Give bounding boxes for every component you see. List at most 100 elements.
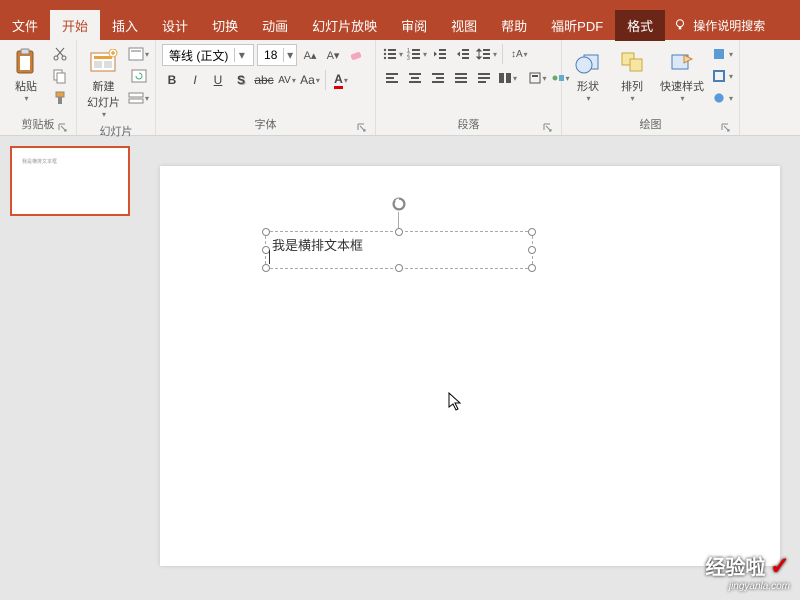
align-right-icon	[430, 71, 446, 85]
rotate-handle[interactable]	[391, 196, 407, 217]
scissors-icon	[52, 46, 68, 62]
tab-insert[interactable]: 插入	[100, 10, 150, 41]
tab-foxit[interactable]: 福昕PDF	[539, 10, 615, 41]
align-text-button[interactable]: ▾	[527, 68, 547, 88]
resize-handle-nw[interactable]	[262, 228, 270, 236]
effects-icon	[712, 91, 728, 105]
justify-icon	[453, 71, 469, 85]
change-case-button[interactable]: Aa▾	[300, 70, 320, 90]
check-icon: ✓	[770, 553, 790, 580]
shapes-label: 形状	[577, 78, 599, 94]
fill-icon	[712, 47, 728, 61]
underline-button[interactable]: U	[208, 70, 228, 90]
tab-slideshow[interactable]: 幻灯片放映	[300, 10, 389, 41]
decrease-indent-button[interactable]	[430, 44, 450, 64]
reset-button[interactable]	[128, 66, 149, 86]
layout-icon	[128, 47, 144, 61]
indent-icon	[455, 47, 471, 61]
text-caret	[269, 250, 270, 264]
eraser-icon	[348, 47, 364, 63]
align-right-button[interactable]	[428, 68, 448, 88]
resize-handle-n[interactable]	[395, 228, 403, 236]
group-font: 等线 (正文)▾ 18▾ A▴ A▾ B I U S abc AV▾ Aa▾ A…	[156, 40, 376, 135]
shape-outline-button[interactable]: ▾	[712, 66, 733, 86]
tab-transition[interactable]: 切换	[200, 10, 250, 41]
line-spacing-button[interactable]: ▾	[476, 44, 497, 64]
align-left-button[interactable]	[382, 68, 402, 88]
tab-home[interactable]: 开始	[50, 10, 100, 41]
text-direction-button[interactable]: ↕A▾	[508, 44, 528, 64]
numbering-icon: 123	[406, 47, 422, 61]
new-slide-button[interactable]: 新建 幻灯片 ▾	[83, 44, 124, 121]
italic-button[interactable]: I	[185, 70, 205, 90]
tab-design[interactable]: 设计	[150, 10, 200, 41]
text-direction-icon: ↕A	[509, 47, 523, 61]
font-group-label: 字体	[255, 119, 277, 131]
arrange-button[interactable]: 排列▾	[612, 44, 652, 108]
font-color-button[interactable]: A▾	[331, 70, 351, 90]
quickstyle-label: 快速样式	[660, 78, 704, 94]
shadow-button[interactable]: S	[231, 70, 251, 90]
dialog-launcher-icon[interactable]	[357, 123, 367, 133]
resize-handle-ne[interactable]	[528, 228, 536, 236]
char-spacing-button[interactable]: AV▾	[277, 70, 297, 90]
group-clipboard: 粘贴 ▾ 剪贴板	[0, 40, 77, 135]
shapes-button[interactable]: 形状▾	[568, 44, 608, 108]
numbering-button[interactable]: 123▾	[406, 44, 427, 64]
section-button[interactable]: ▾	[128, 88, 149, 108]
paste-button[interactable]: 粘贴 ▾	[6, 44, 46, 108]
align-center-button[interactable]	[405, 68, 425, 88]
align-text-icon	[528, 71, 542, 85]
shape-effects-button[interactable]: ▾	[712, 88, 733, 108]
shrink-font-button[interactable]: A▾	[323, 45, 343, 65]
grow-font-button[interactable]: A▴	[300, 45, 320, 65]
tab-help[interactable]: 帮助	[489, 10, 539, 41]
tab-format[interactable]: 格式	[615, 10, 665, 41]
arrange-label: 排列	[621, 78, 643, 94]
chevron-down-icon: ▾	[24, 94, 28, 103]
resize-handle-sw[interactable]	[262, 264, 270, 272]
chevron-down-icon: ▾	[283, 48, 296, 62]
increase-indent-button[interactable]	[453, 44, 473, 64]
tab-animation[interactable]: 动画	[250, 10, 300, 41]
shape-fill-button[interactable]: ▾	[712, 44, 733, 64]
slides-group-label: 幻灯片	[100, 126, 133, 138]
slide[interactable]: 我是横排文本框	[160, 166, 780, 566]
clear-format-button[interactable]	[346, 45, 366, 65]
bullets-icon	[382, 47, 398, 61]
bullets-button[interactable]: ▾	[382, 44, 403, 64]
font-size-value: 18	[258, 48, 283, 62]
format-painter-button[interactable]	[50, 88, 70, 108]
tab-file[interactable]: 文件	[0, 10, 50, 41]
bold-button[interactable]: B	[162, 70, 182, 90]
distribute-button[interactable]	[474, 68, 494, 88]
columns-button[interactable]: ▾	[497, 68, 517, 88]
strike-button[interactable]: abc	[254, 70, 274, 90]
dialog-launcher-icon[interactable]	[721, 123, 731, 133]
copy-button[interactable]	[50, 66, 70, 86]
line-spacing-icon	[476, 47, 492, 61]
svg-text:3: 3	[407, 56, 410, 61]
ribbon: 粘贴 ▾ 剪贴板 新建 幻灯片 ▾ ▾ ▾ 幻灯片	[0, 40, 800, 136]
shapes-icon	[572, 46, 604, 78]
justify-button[interactable]	[451, 68, 471, 88]
resize-handle-s[interactable]	[395, 264, 403, 272]
font-size-combo[interactable]: 18▾	[257, 44, 297, 66]
dialog-launcher-icon[interactable]	[543, 123, 553, 133]
quick-styles-button[interactable]: 快速样式▾	[656, 44, 708, 108]
selected-textbox[interactable]: 我是横排文本框	[265, 231, 533, 269]
arrange-icon	[616, 46, 648, 78]
watermark-url: jingyanla.com	[705, 581, 790, 592]
layout-button[interactable]: ▾	[128, 44, 149, 64]
cut-button[interactable]	[50, 44, 70, 64]
slide-thumbnail-1[interactable]: 我是横排文本框	[10, 146, 130, 216]
resize-handle-se[interactable]	[528, 264, 536, 272]
case-label: Aa	[300, 73, 315, 87]
tab-view[interactable]: 视图	[439, 10, 489, 41]
tab-review[interactable]: 审阅	[389, 10, 439, 41]
dialog-launcher-icon[interactable]	[58, 123, 68, 133]
resize-handle-e[interactable]	[528, 246, 536, 254]
font-name-combo[interactable]: 等线 (正文)▾	[162, 44, 254, 66]
tell-me-search[interactable]: 操作说明搜索	[665, 17, 765, 34]
chevron-down-icon: ▾	[234, 48, 248, 62]
